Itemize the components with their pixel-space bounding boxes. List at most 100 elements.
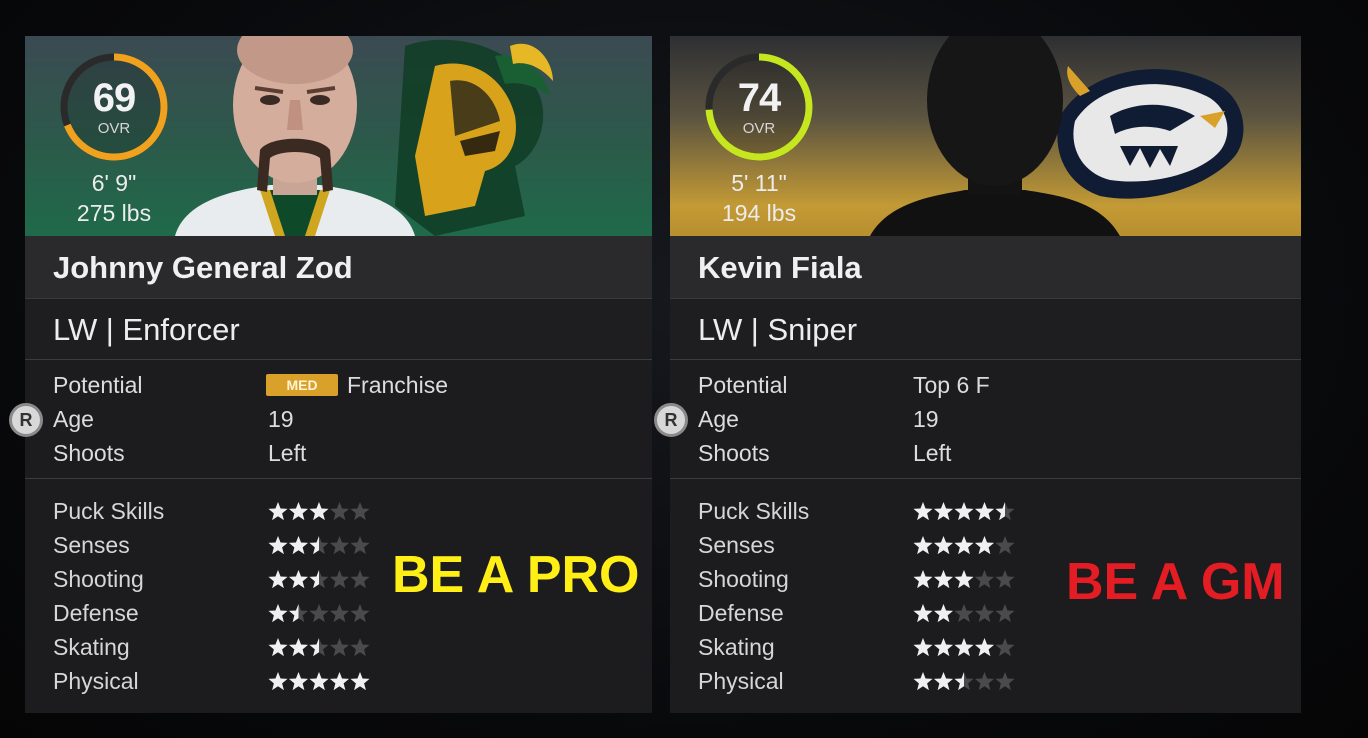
shoots-value: Left xyxy=(268,440,307,466)
star-rating xyxy=(913,570,1015,589)
overall-rating-value: 74 xyxy=(737,76,782,120)
star-full-icon xyxy=(288,570,309,589)
potential-label: Potential xyxy=(53,372,143,398)
player-height: 5' 11" xyxy=(731,170,787,196)
overall-rating-label: OVR xyxy=(742,120,776,137)
skill-label: Defense xyxy=(53,600,139,626)
skill-row: Skating xyxy=(25,630,652,664)
potential-row: Potential MED Franchise xyxy=(25,368,652,400)
star-empty-icon xyxy=(974,570,995,589)
star-full-icon xyxy=(268,604,288,623)
star-rating xyxy=(268,536,370,555)
star-full-icon xyxy=(933,672,954,691)
star-full-icon xyxy=(268,638,288,657)
star-empty-icon xyxy=(350,604,370,623)
star-empty-icon xyxy=(995,638,1015,657)
star-full-icon xyxy=(913,536,933,555)
age-label: Age xyxy=(53,406,94,432)
r-button-icon[interactable]: R xyxy=(9,403,43,437)
star-full-icon xyxy=(933,502,954,521)
star-full-icon xyxy=(974,536,995,555)
skill-row: Skating xyxy=(670,630,1301,664)
age-label: Age xyxy=(698,406,739,432)
star-full-icon xyxy=(933,536,954,555)
skill-label: Shooting xyxy=(53,566,144,592)
star-full-icon xyxy=(329,672,350,691)
skill-label: Skating xyxy=(698,634,775,660)
player-position-bar: LW | Enforcer xyxy=(25,300,652,360)
shoots-value: Left xyxy=(913,440,952,466)
star-rating xyxy=(913,638,1015,657)
star-empty-icon xyxy=(954,604,974,623)
age-row: Age 19 xyxy=(25,402,652,434)
star-full-icon xyxy=(309,502,329,521)
star-rating xyxy=(913,536,1015,555)
star-rating xyxy=(268,604,370,623)
star-rating xyxy=(913,502,1015,521)
star-full-icon xyxy=(974,502,995,521)
star-empty-icon xyxy=(309,604,329,623)
star-full-icon xyxy=(933,604,954,623)
star-rating xyxy=(268,638,370,657)
potential-row: Potential Top 6 F xyxy=(670,368,1301,400)
star-empty-icon xyxy=(329,570,350,589)
shoots-row: Shoots Left xyxy=(25,436,652,468)
star-full-icon xyxy=(913,672,933,691)
shoots-label: Shoots xyxy=(53,440,125,466)
mode-label-be-a-gm: BE A GM xyxy=(1066,553,1285,611)
player-portrait-icon xyxy=(175,36,415,236)
star-full-icon xyxy=(288,672,309,691)
potential-label: Potential xyxy=(698,372,788,398)
star-empty-icon xyxy=(350,638,370,657)
skill-label: Defense xyxy=(698,600,784,626)
star-rating xyxy=(268,570,370,589)
player-weight: 194 lbs xyxy=(721,200,797,226)
star-full-icon xyxy=(268,672,288,691)
star-full-icon xyxy=(933,570,954,589)
star-full-icon xyxy=(309,672,329,691)
skill-row: Puck Skills xyxy=(25,494,652,528)
star-empty-icon xyxy=(329,502,350,521)
skill-row: Physical xyxy=(670,664,1301,698)
skill-row: Puck Skills xyxy=(670,494,1301,528)
star-full-icon xyxy=(913,570,933,589)
player-hero-banner: 69 OVR 6' 9" 275 lbs xyxy=(25,36,652,236)
player-silhouette-icon xyxy=(870,36,1120,236)
skill-label: Puck Skills xyxy=(698,498,810,524)
skill-label: Senses xyxy=(698,532,775,558)
star-full-icon xyxy=(268,570,288,589)
potential-value: Franchise xyxy=(347,372,448,398)
player-position-type: LW | Enforcer xyxy=(53,312,240,347)
star-empty-icon xyxy=(974,604,995,623)
star-rating xyxy=(913,672,1015,691)
star-full-icon xyxy=(288,536,309,555)
star-full-icon xyxy=(954,502,974,521)
player-card-left[interactable]: 69 OVR 6' 9" 275 lbs Johnny General Zod … xyxy=(25,36,652,713)
player-position-bar: LW | Sniper xyxy=(670,300,1301,360)
player-hero-banner: 74 OVR 5' 11" 194 lbs xyxy=(670,36,1301,236)
player-position-type: LW | Sniper xyxy=(698,312,858,347)
star-empty-icon xyxy=(329,604,350,623)
star-empty-icon xyxy=(995,672,1015,691)
potential-confidence-badge: MED xyxy=(266,374,338,396)
star-empty-icon xyxy=(350,536,370,555)
player-name: Johnny General Zod xyxy=(53,250,353,285)
star-empty-icon xyxy=(350,502,370,521)
star-full-icon xyxy=(974,638,995,657)
star-empty-icon xyxy=(995,604,1015,623)
overall-rating-ring: 69 OVR xyxy=(57,50,171,164)
overall-rating-value: 69 xyxy=(92,76,137,120)
star-full-icon xyxy=(350,672,370,691)
shoots-label: Shoots xyxy=(698,440,770,466)
star-empty-icon xyxy=(995,570,1015,589)
star-full-icon xyxy=(913,502,933,521)
r-button-icon[interactable]: R xyxy=(654,403,688,437)
player-name: Kevin Fiala xyxy=(698,250,862,285)
star-empty-icon xyxy=(329,536,350,555)
skill-label: Physical xyxy=(53,668,139,694)
star-full-icon xyxy=(268,502,288,521)
star-full-icon xyxy=(954,536,974,555)
section-divider xyxy=(670,478,1301,479)
player-height: 6' 9" xyxy=(91,170,137,196)
star-full-icon xyxy=(913,638,933,657)
